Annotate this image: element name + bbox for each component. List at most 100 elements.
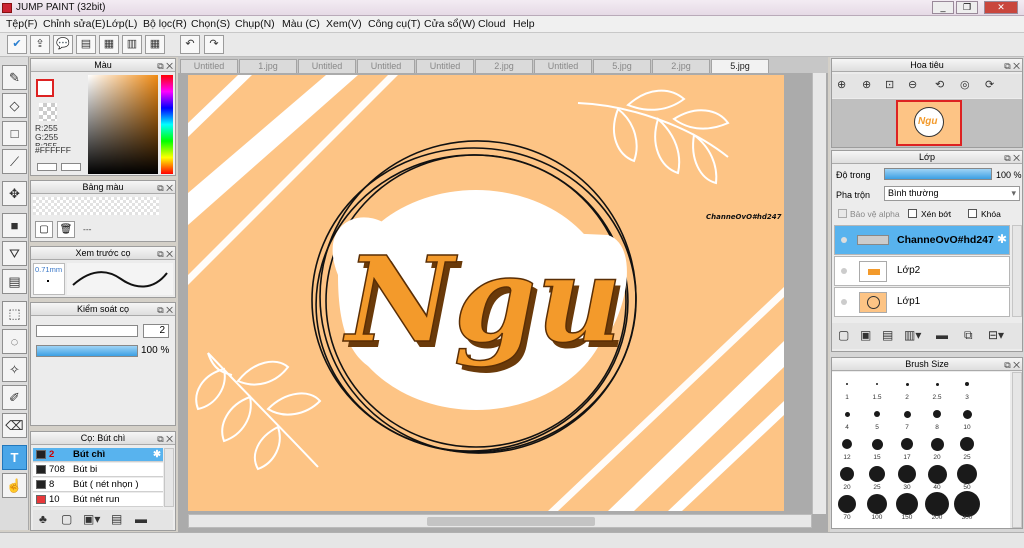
panel-controls-icon[interactable]: ⧉ ✕ [157, 433, 173, 445]
copy-layer-icon[interactable]: ▥▾ [904, 323, 921, 347]
visibility-eye-icon[interactable] [841, 299, 847, 305]
gradient-tool-icon[interactable]: ▤ [2, 269, 27, 294]
rotate-reset-icon[interactable]: ◎ [960, 74, 970, 96]
saturation-value-picker[interactable] [88, 75, 158, 174]
brush-size-scrollbar[interactable] [1012, 372, 1022, 528]
zoom-out-icon[interactable]: ⊖ [908, 74, 917, 96]
menu-cloud[interactable]: Cloud [478, 18, 505, 30]
folder-icon[interactable]: ▬ [135, 510, 147, 528]
brush-size-dot[interactable] [901, 438, 913, 450]
folder-icon[interactable]: ▬ [936, 323, 948, 347]
check-icon[interactable]: ✔ [7, 35, 27, 54]
comment-icon[interactable]: ▤ [76, 35, 96, 54]
brush-size-dot[interactable] [846, 383, 848, 385]
panel-controls-icon[interactable]: ⧉ ✕ [157, 60, 173, 72]
brush-opacity-slider[interactable] [36, 345, 138, 357]
brush-size-dot[interactable] [935, 382, 939, 386]
tab-document[interactable]: 1.jpg [239, 59, 297, 73]
brush-size-slider[interactable] [36, 325, 138, 337]
visibility-eye-icon[interactable] [841, 237, 847, 243]
panel-controls-icon[interactable]: ⧉ ✕ [157, 248, 173, 260]
brush-size-dot[interactable] [905, 382, 909, 386]
layers-scrollbar[interactable] [1012, 225, 1022, 317]
brush-tool-icon[interactable]: ✎ [2, 65, 27, 90]
menu-tools[interactable]: Công cụ(T) [368, 18, 421, 30]
export-icon[interactable]: ⇪ [30, 35, 50, 54]
fill-rect-tool-icon[interactable]: ■ [2, 213, 27, 238]
brush-size-dot[interactable] [844, 411, 850, 417]
panel-controls-icon[interactable]: ⧉ ✕ [157, 304, 173, 316]
panel-controls-icon[interactable]: ⧉ ✕ [1004, 359, 1020, 371]
gear-icon[interactable]: ✱ [153, 448, 161, 461]
navigator-thumbnail[interactable]: Ngu [896, 100, 962, 146]
canvas-horizontal-scrollbar[interactable] [188, 514, 812, 528]
line-tool-icon[interactable]: ⟋ [2, 149, 27, 174]
layer-options-icon[interactable]: ⊟▾ [988, 323, 1004, 347]
zoom-fit-icon[interactable]: ⊕ [837, 74, 846, 96]
tab-document[interactable]: Untitled [298, 59, 356, 73]
tab-document-active[interactable]: 5.jpg [711, 59, 769, 73]
menu-capture[interactable]: Chụp(N) [235, 18, 275, 30]
menu-view[interactable]: Xem(V) [326, 18, 362, 30]
brush-size-dot[interactable] [840, 467, 854, 481]
canvas-vertical-scrollbar[interactable] [812, 73, 826, 514]
brush-item[interactable]: 2 Bút chì ✱ [33, 448, 163, 462]
layer-row[interactable]: Lớp1 [834, 287, 1010, 317]
protect-alpha-checkbox[interactable] [838, 209, 847, 218]
rectangle-tool-icon[interactable]: □ [2, 121, 27, 146]
palette-swatches[interactable] [33, 197, 159, 215]
tab-document[interactable]: 2.jpg [475, 59, 533, 73]
brush-size-dot[interactable] [927, 464, 947, 484]
brush-size-dot[interactable] [876, 383, 878, 385]
layer-opacity-slider[interactable] [884, 168, 992, 180]
layer-row[interactable]: Lớp2 [834, 256, 1010, 286]
new-raster-layer-icon[interactable]: ▣ [860, 323, 871, 347]
visibility-eye-icon[interactable] [841, 268, 847, 274]
brush-size-dot[interactable] [925, 492, 949, 516]
lasso-select-icon[interactable]: ◌ [2, 329, 27, 354]
brush-size-dot[interactable] [965, 382, 969, 386]
page-icon[interactable]: ▥ [122, 35, 142, 54]
menu-layer[interactable]: Lớp(L) [106, 18, 137, 30]
menu-file[interactable]: Tệp(F) [6, 18, 38, 30]
brush-item[interactable]: 8 Bút ( nét nhọn ) [33, 478, 163, 492]
undo-icon[interactable]: ↶ [180, 35, 200, 54]
redo-icon[interactable]: ↷ [204, 35, 224, 54]
brush-size-dot[interactable] [867, 494, 887, 514]
brush-item[interactable]: 10 Bút nét run [33, 493, 163, 507]
brush-size-dot[interactable] [960, 437, 974, 451]
blend-mode-select[interactable]: Bình thường ▾ [884, 186, 1020, 201]
trash-icon[interactable]: 🗑 [57, 221, 75, 238]
brush-size-input[interactable]: 2 [143, 324, 169, 338]
brush-size-dot[interactable] [842, 439, 852, 449]
new-brush-icon[interactable]: ▢ [61, 510, 72, 528]
hand-tool-icon[interactable]: ☝ [2, 473, 27, 498]
brush-size-dot[interactable] [896, 493, 918, 515]
brush-list-scrollbar[interactable] [164, 448, 174, 507]
brush-size-dot[interactable] [869, 466, 885, 482]
close-button[interactable]: ✕ [984, 1, 1018, 14]
copy-brush-icon[interactable]: ▣▾ [83, 510, 100, 528]
tab-document[interactable]: Untitled [534, 59, 592, 73]
menu-filter[interactable]: Bộ lọc(R) [143, 18, 187, 30]
menu-color[interactable]: Màu (C) [282, 18, 320, 30]
background-color-swatch[interactable] [39, 103, 57, 121]
brush-size-dot[interactable] [903, 410, 911, 418]
tab-document[interactable]: Untitled [357, 59, 415, 73]
panel-controls-icon[interactable]: ⧉ ✕ [1004, 60, 1020, 72]
rect-select-icon[interactable]: ⬚ [2, 301, 27, 326]
gear-icon[interactable]: ✱ [997, 232, 1007, 246]
new-folder-layer-icon[interactable]: ▤ [882, 323, 893, 347]
tab-document[interactable]: Untitled [416, 59, 474, 73]
brush-size-dot[interactable] [962, 409, 972, 419]
brush-size-dot[interactable] [871, 438, 883, 450]
scrollbar-thumb[interactable] [427, 517, 595, 526]
brush-size-dot[interactable] [838, 495, 856, 513]
tab-document[interactable]: Untitled [180, 59, 238, 73]
tree-icon[interactable]: ♣ [39, 510, 47, 528]
new-layer-icon[interactable]: ▢ [838, 323, 849, 347]
brush-settings-icon[interactable]: ▤ [111, 510, 122, 528]
drawing-canvas[interactable]: Ngu Ngu ChanneOvO#hd247 [188, 75, 784, 511]
grid-icon[interactable]: ▦ [145, 35, 165, 54]
clip-checkbox[interactable] [908, 209, 917, 218]
